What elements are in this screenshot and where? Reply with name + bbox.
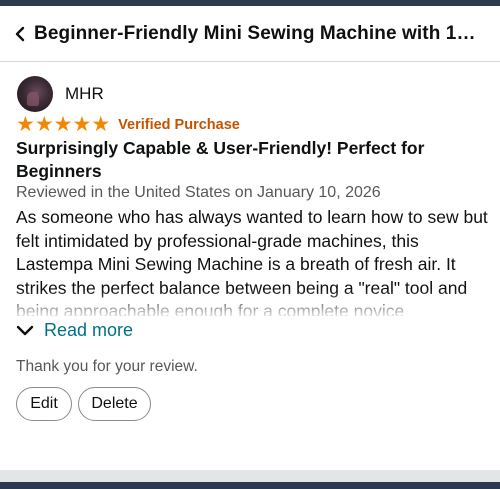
reviewer-profile[interactable]: MHR bbox=[17, 76, 104, 112]
delete-button[interactable]: Delete bbox=[78, 387, 151, 421]
avatar[interactable] bbox=[17, 76, 53, 112]
edit-button[interactable]: Edit bbox=[16, 387, 72, 421]
star-icon: ★ bbox=[91, 113, 111, 136]
thank-you-message: Thank you for your review. bbox=[16, 358, 198, 375]
read-more-label: Read more bbox=[44, 320, 134, 340]
read-more-link[interactable]: Read more bbox=[16, 320, 133, 341]
star-icon: ★ bbox=[72, 113, 92, 136]
rating-row: ★ ★ ★ ★ ★ Verified Purchase bbox=[16, 114, 240, 136]
reviewer-name[interactable]: MHR bbox=[65, 84, 104, 104]
verified-purchase-badge: Verified Purchase bbox=[118, 117, 240, 133]
star-icon: ★ bbox=[16, 113, 35, 136]
product-title[interactable]: Beginner-Friendly Mini Sewing Machine wi… bbox=[34, 23, 484, 45]
star-icon: ★ bbox=[34, 113, 54, 136]
bottom-divider bbox=[0, 470, 500, 482]
review-date: Reviewed in the United States on January… bbox=[16, 184, 381, 201]
star-icon: ★ bbox=[53, 113, 73, 136]
page-header: Beginner-Friendly Mini Sewing Machine wi… bbox=[0, 6, 500, 62]
star-rating: ★ ★ ★ ★ ★ bbox=[16, 114, 110, 136]
chevron-down-icon bbox=[16, 321, 36, 341]
bottom-bar bbox=[0, 482, 500, 489]
chevron-left-icon[interactable] bbox=[12, 22, 28, 46]
review-title: Surprisingly Capable & User-Friendly! Pe… bbox=[16, 138, 425, 181]
review-body-fade bbox=[0, 290, 500, 320]
